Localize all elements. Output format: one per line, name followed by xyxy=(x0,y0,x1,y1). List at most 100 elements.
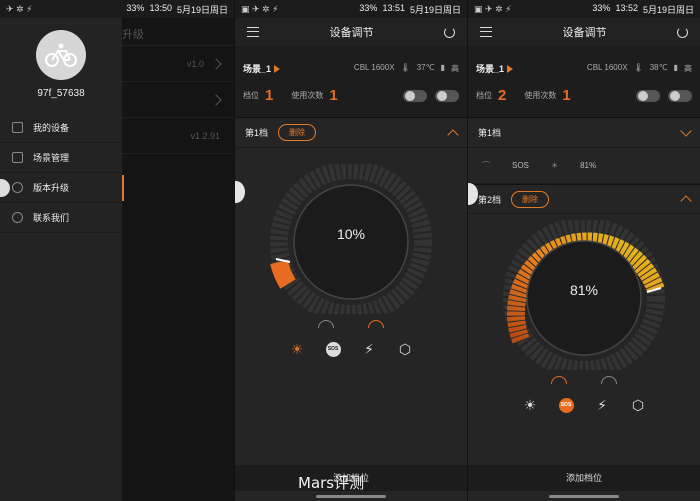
mode-selector: ☀ SOS ⚡ ⬡ xyxy=(468,396,700,414)
gear-title: 第1档 xyxy=(478,128,502,138)
version-row[interactable]: v1.0 xyxy=(122,46,234,82)
refresh-icon[interactable] xyxy=(444,26,455,38)
gear-label: 档位 xyxy=(476,91,492,100)
status-icons: ✈ ✲ ⚡ xyxy=(6,3,33,14)
lightning-icon[interactable]: ⚡ xyxy=(593,396,611,414)
temperature: 38℃ xyxy=(649,63,668,72)
device-icon xyxy=(12,122,23,133)
date-text: 5月19日周日 xyxy=(176,4,228,15)
chevron-right-icon xyxy=(210,93,222,106)
status-bar: ✈ ✲ ⚡ 33% 13:50 5月19日周日 xyxy=(0,0,234,18)
level-text: 高 xyxy=(684,64,692,73)
menu-icon[interactable] xyxy=(247,27,259,37)
uses-label: 使用次数 xyxy=(291,91,324,100)
gear-row: 第2档 删除 xyxy=(468,184,700,214)
toggle-switch[interactable] xyxy=(403,89,427,102)
high-level-icon[interactable] xyxy=(368,320,384,328)
date-text: 5月19日周日 xyxy=(642,4,694,15)
uses-label: 使用次数 xyxy=(524,91,557,100)
gear-title: 第1档 xyxy=(245,128,269,138)
brightness-dial[interactable]: 81% xyxy=(468,220,700,370)
hexagon-icon[interactable]: ⬡ xyxy=(629,396,647,414)
gear-row: 第1档 删除 xyxy=(235,118,467,148)
status-icons: ▣ ✈ ✲ ⚡ xyxy=(241,3,279,14)
play-icon xyxy=(274,64,281,73)
menu-item-version-upgrade[interactable]: 版本升级 xyxy=(0,173,124,203)
lamp-icon: ⌒ xyxy=(482,161,490,170)
home-indicator xyxy=(549,495,619,498)
toggle-switch[interactable] xyxy=(636,89,660,102)
temperature: 37℃ xyxy=(416,63,435,72)
home-indicator xyxy=(316,495,386,498)
sos-icon[interactable]: SOS xyxy=(325,341,341,357)
delete-button[interactable]: 删除 xyxy=(278,124,317,141)
sun-icon: ☀ xyxy=(550,161,559,170)
delete-button[interactable]: 删除 xyxy=(511,190,550,208)
chevron-right-icon xyxy=(210,57,222,70)
grid-icon xyxy=(12,152,23,163)
drawer-screen: ✈ ✲ ⚡ 33% 13:50 5月19日周日 升级 v1.0 v1.2.91 xyxy=(0,0,234,501)
gear-title: 第2档 xyxy=(478,194,502,205)
version-row[interactable] xyxy=(122,82,234,118)
percent-readout: 81% xyxy=(569,282,599,298)
user-icon xyxy=(12,212,23,223)
toggle-switch[interactable] xyxy=(435,89,459,102)
background-title: 升级 xyxy=(122,18,234,46)
low-level-icon[interactable] xyxy=(318,320,334,328)
chevron-down-icon[interactable] xyxy=(680,124,692,137)
battery-icon: ▮ xyxy=(673,63,678,72)
brightness-dial[interactable]: 10% xyxy=(235,164,467,314)
version-row[interactable]: v1.2.91 xyxy=(122,118,234,154)
device-model: CBL 1600X xyxy=(586,63,628,72)
low-level-icon[interactable] xyxy=(601,376,617,384)
refresh-icon[interactable] xyxy=(677,26,688,38)
uses-value: 1 xyxy=(329,87,338,104)
device-adjust-screen-1: ▣ ✈ ✲ ⚡ 33% 13:51 5月19日周日 设备调节 场景_1 CBL … xyxy=(234,0,467,501)
scene-panel: 场景_1 CBL 1600X 🌡 37℃ ▮ 高 档位 1 使用次数 1 xyxy=(235,46,467,118)
scene-selector[interactable]: 场景_1 xyxy=(243,62,281,75)
side-drawer: 97f_57638 我的设备 场景管理 版本升级 联系我们 xyxy=(0,18,124,501)
background-page: 升级 v1.0 v1.2.91 xyxy=(119,18,234,501)
top-bar: 设备调节 xyxy=(235,18,467,46)
chevron-up-icon[interactable] xyxy=(447,128,459,141)
battery-icon: ▮ xyxy=(440,63,445,72)
drawer-menu: 我的设备 场景管理 版本升级 联系我们 xyxy=(0,113,124,233)
menu-icon[interactable] xyxy=(480,27,492,37)
avatar[interactable] xyxy=(36,30,86,80)
menu-item-label: 场景管理 xyxy=(33,153,70,163)
high-level-icon[interactable] xyxy=(551,376,567,384)
bicycle-icon xyxy=(45,43,77,67)
menu-item-contact-us[interactable]: 联系我们 xyxy=(0,203,122,233)
hexagon-icon[interactable]: ⬡ xyxy=(396,340,414,358)
sos-icon[interactable]: SOS xyxy=(558,397,574,413)
lightning-icon[interactable]: ⚡ xyxy=(360,340,378,358)
gear-value: 2 xyxy=(498,87,507,104)
time-text: 13:51 xyxy=(382,2,405,13)
toggle-switch[interactable] xyxy=(668,89,692,102)
sun-icon[interactable]: ☀ xyxy=(288,340,306,358)
scene-selector[interactable]: 场景_1 xyxy=(476,62,514,75)
percent-readout: 10% xyxy=(336,226,366,242)
add-gear-button[interactable]: 添加档位 xyxy=(468,465,700,491)
level-selector xyxy=(468,376,700,384)
menu-item-my-device[interactable]: 我的设备 xyxy=(0,113,122,143)
gear-value: 1 xyxy=(265,87,274,104)
chevron-up-icon[interactable] xyxy=(680,195,692,207)
level-selector xyxy=(235,320,467,328)
username: 97f_57638 xyxy=(37,88,85,99)
page-title: 设备调节 xyxy=(329,27,374,39)
gear-row: 第1档 xyxy=(468,118,700,148)
menu-item-scene-management[interactable]: 场景管理 xyxy=(0,143,122,173)
page-title: 设备调节 xyxy=(562,27,607,39)
time-text: 13:50 xyxy=(149,2,172,13)
date-text: 5月19日周日 xyxy=(409,4,461,15)
scene-name: 场景_1 xyxy=(243,64,272,74)
battery-text: 33% xyxy=(126,2,145,13)
version-text: v1.2.91 xyxy=(190,130,220,141)
gear-icon xyxy=(12,182,23,193)
thermometer-icon: 🌡 xyxy=(400,63,411,72)
menu-item-label: 我的设备 xyxy=(33,123,70,133)
menu-item-label: 联系我们 xyxy=(33,213,70,223)
sun-icon[interactable]: ☀ xyxy=(521,396,539,414)
thermometer-icon: 🌡 xyxy=(633,63,644,72)
